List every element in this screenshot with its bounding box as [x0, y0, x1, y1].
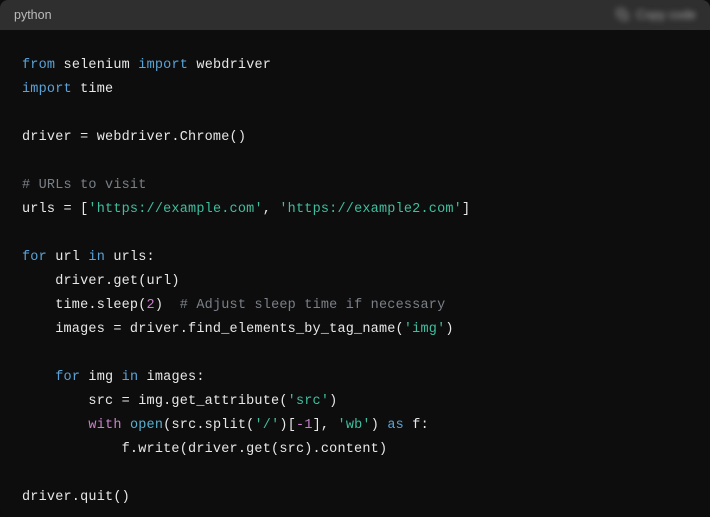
- code-line: driver.get(url): [22, 274, 180, 289]
- code-content[interactable]: from selenium import webdriver import ti…: [0, 30, 710, 517]
- code-line: from selenium import webdriver: [22, 58, 271, 73]
- code-line: driver.quit(): [22, 490, 130, 505]
- code-line: with open(src.split('/')[-1], 'wb') as f…: [22, 418, 429, 433]
- code-block-container: python Copy code from selenium import we…: [0, 0, 710, 517]
- code-line: import time: [22, 82, 113, 97]
- code-line: urls = ['https://example.com', 'https://…: [22, 202, 470, 217]
- code-line: f.write(driver.get(src).content): [22, 442, 387, 457]
- code-line: for url in urls:: [22, 250, 155, 265]
- code-line: for img in images:: [22, 370, 205, 385]
- code-line: # URLs to visit: [22, 178, 147, 193]
- code-line: src = img.get_attribute('src'): [22, 394, 337, 409]
- copy-code-button[interactable]: Copy code: [616, 8, 696, 22]
- code-line: driver = webdriver.Chrome(): [22, 130, 246, 145]
- language-label: python: [14, 8, 52, 22]
- code-line: images = driver.find_elements_by_tag_nam…: [22, 322, 454, 337]
- code-line: time.sleep(2) # Adjust sleep time if nec…: [22, 298, 445, 313]
- copy-code-label: Copy code: [636, 8, 696, 22]
- code-block-header: python Copy code: [0, 0, 710, 30]
- clipboard-icon: [616, 8, 630, 22]
